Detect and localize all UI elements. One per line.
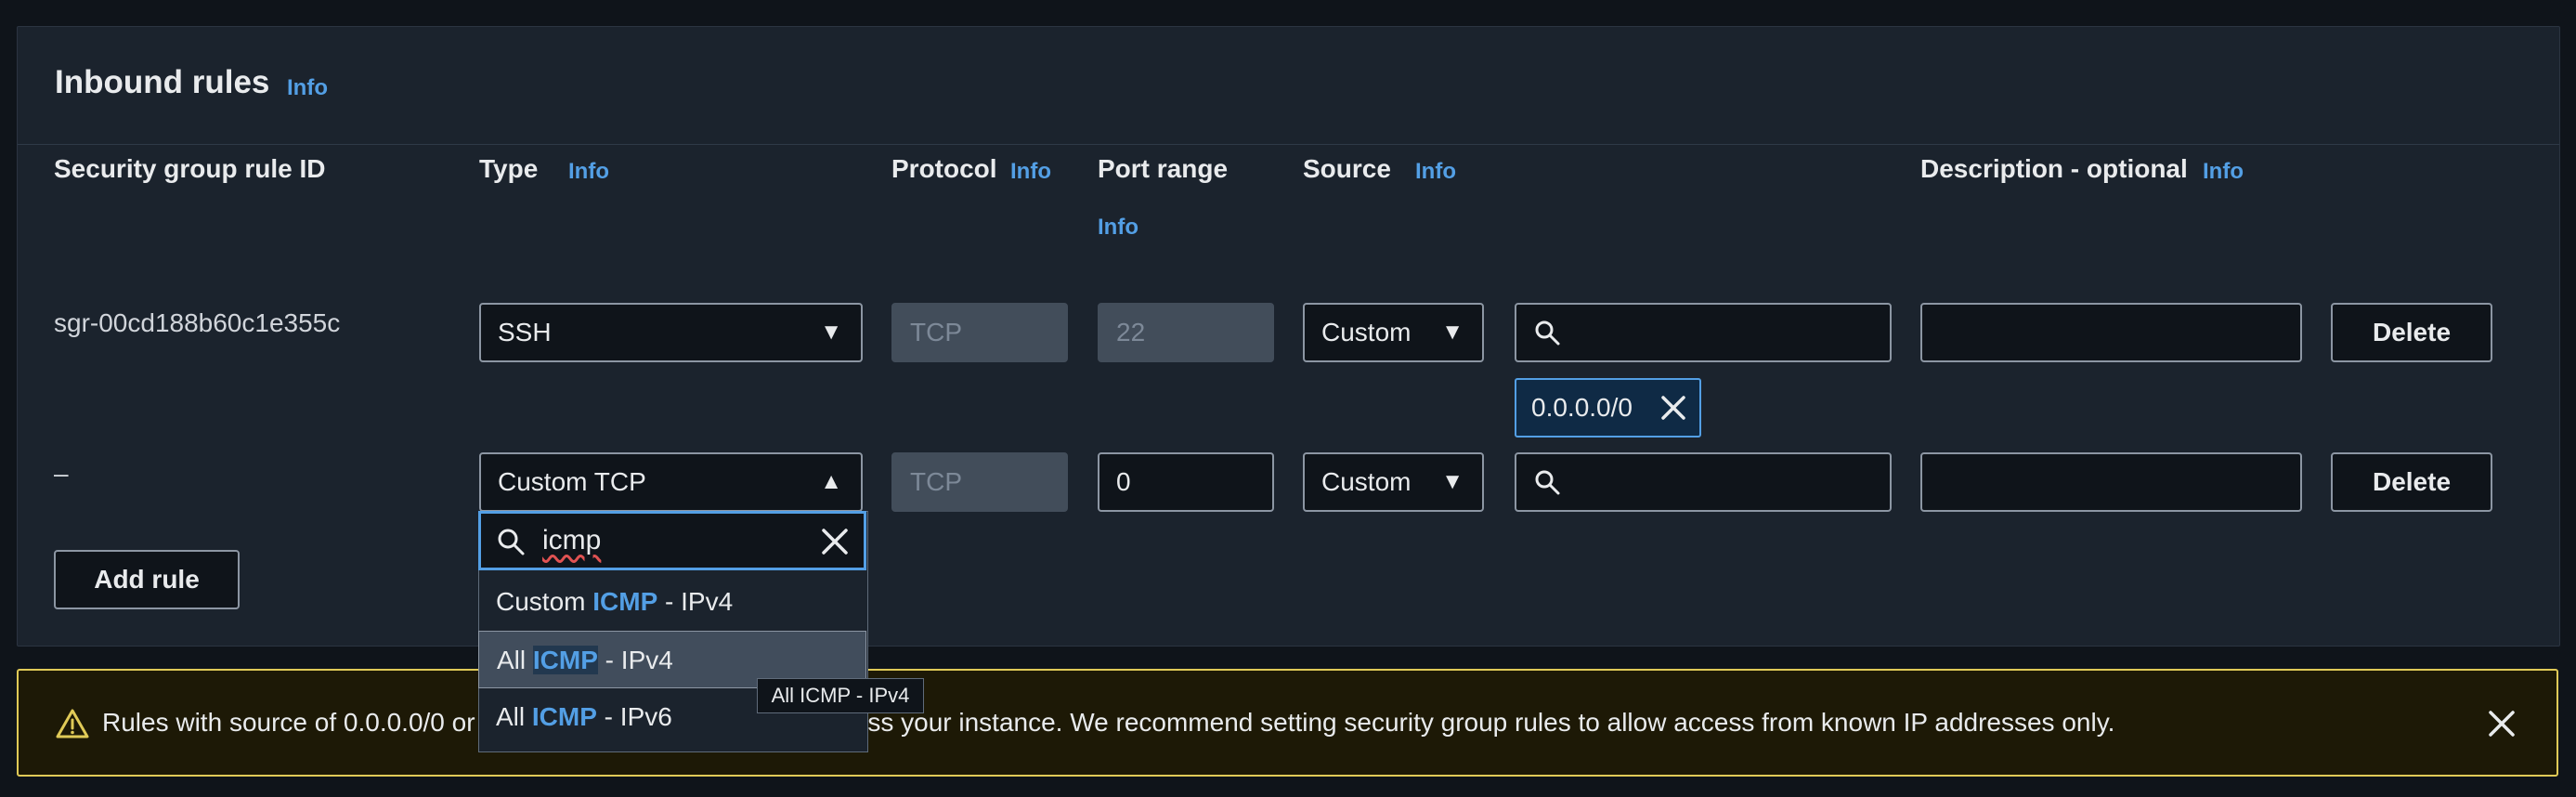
type-select[interactable]: SSH ▼	[479, 303, 863, 362]
type-dropdown-search-value: icmp	[542, 525, 602, 555]
option-prefix: All	[496, 702, 532, 731]
source-token: 0.0.0.0/0	[1515, 378, 1701, 438]
option-suffix: - IPv4	[597, 646, 673, 674]
search-icon	[1535, 470, 1560, 495]
warning-alert: Rules with source of 0.0.0.0/0 or ::/0 a…	[17, 669, 2558, 777]
panel-header: Inbound rules Info	[18, 27, 2559, 145]
option-highlight: ICMP	[592, 587, 658, 616]
close-icon[interactable]	[2486, 708, 2517, 739]
description-input[interactable]	[1920, 303, 2302, 362]
header-source: Source	[1303, 154, 1391, 183]
source-select-value: Custom	[1321, 318, 1412, 346]
header-port-range: Port range	[1098, 154, 1229, 183]
caret-down-icon: ▼	[820, 320, 842, 345]
title-info-link[interactable]: Info	[287, 75, 328, 101]
search-icon	[1535, 320, 1560, 346]
port-range-input[interactable]: 0	[1098, 452, 1274, 512]
option-suffix: - IPv4	[657, 587, 734, 616]
source-select-value: Custom	[1321, 467, 1412, 496]
protocol-info-link[interactable]: Info	[1010, 159, 1051, 185]
option-highlight: ICMP	[531, 702, 597, 731]
option-highlight: ICMP	[532, 646, 598, 674]
type-select-value: SSH	[498, 318, 552, 346]
alert-message: Rules with source of 0.0.0.0/0 or ::/0 a…	[102, 708, 2115, 737]
panel-title: Inbound rules	[55, 64, 270, 100]
source-select[interactable]: Custom ▼	[1303, 452, 1484, 512]
option-suffix: - IPv6	[596, 702, 672, 731]
source-token-value: 0.0.0.0/0	[1531, 393, 1633, 422]
source-search-input[interactable]	[1515, 303, 1892, 362]
type-dropdown-search[interactable]: icmp	[478, 511, 866, 570]
caret-down-icon: ▼	[1441, 469, 1464, 494]
delete-button[interactable]: Delete	[2331, 303, 2492, 362]
header-rule-id: Security group rule ID	[54, 154, 326, 183]
source-info-link[interactable]: Info	[1415, 159, 1456, 185]
header-type: Type	[479, 154, 539, 183]
source-select[interactable]: Custom ▼	[1303, 303, 1484, 362]
rule-id: –	[54, 459, 69, 488]
protocol-field: TCP	[891, 452, 1068, 512]
header-protocol: Protocol	[891, 154, 997, 183]
close-icon[interactable]	[1659, 393, 1688, 423]
source-search-input[interactable]	[1515, 452, 1892, 512]
protocol-field: TCP	[891, 303, 1068, 362]
add-rule-button[interactable]: Add rule	[54, 550, 240, 609]
warning-icon	[56, 709, 89, 738]
search-icon	[498, 529, 525, 555]
rule-id: sgr-00cd188b60c1e355c	[54, 308, 341, 337]
dropdown-option-custom-icmp-ipv4[interactable]: Custom ICMP - IPv4	[478, 573, 866, 631]
type-info-link[interactable]: Info	[568, 159, 609, 185]
caret-up-icon: ▲	[820, 469, 842, 494]
type-select-value: Custom TCP	[498, 467, 646, 496]
option-prefix: All	[497, 646, 533, 674]
close-icon[interactable]	[819, 526, 851, 557]
delete-button[interactable]: Delete	[2331, 452, 2492, 512]
option-prefix: Custom	[496, 587, 593, 616]
port-range-field: 22	[1098, 303, 1274, 362]
type-select[interactable]: Custom TCP ▲	[479, 452, 863, 512]
header-description: Description - optional	[1920, 154, 2188, 183]
description-info-link[interactable]: Info	[2203, 159, 2244, 185]
port-range-info-link[interactable]: Info	[1098, 215, 1138, 241]
caret-down-icon: ▼	[1441, 320, 1464, 345]
option-tooltip: All ICMP - IPv4	[757, 678, 924, 713]
description-input[interactable]	[1920, 452, 2302, 512]
